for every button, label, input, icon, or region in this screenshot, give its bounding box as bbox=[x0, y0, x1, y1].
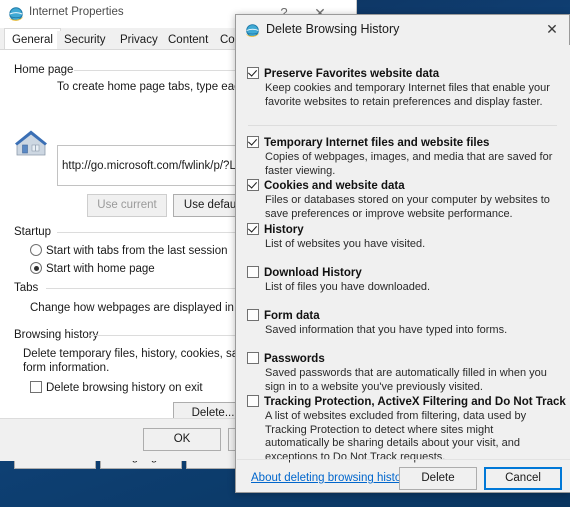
tab-content[interactable]: Content bbox=[161, 31, 215, 50]
option-history[interactable]: History List of websites you have visite… bbox=[247, 223, 557, 252]
ie-globe-icon bbox=[245, 23, 260, 38]
startup-group-label: Startup bbox=[14, 226, 56, 238]
delete-on-exit-label: Delete browsing history on exit bbox=[46, 382, 203, 394]
option-description: Saved information that you have typed in… bbox=[265, 324, 557, 338]
option-description: List of websites you have visited. bbox=[265, 238, 557, 252]
ie-globe-icon bbox=[8, 6, 24, 22]
option-temporary-internet-files[interactable]: Temporary Internet files and website fil… bbox=[247, 136, 557, 178]
checkbox-checked-icon[interactable] bbox=[247, 223, 259, 235]
option-title: Passwords bbox=[247, 352, 557, 366]
tabs-description: Change how webpages are displayed in tab… bbox=[30, 302, 262, 314]
option-label: Temporary Internet files and website fil… bbox=[264, 137, 489, 149]
radio-start-with-tabs[interactable]: Start with tabs from the last session bbox=[30, 244, 228, 257]
dbh-footer-divider bbox=[237, 459, 570, 460]
checkbox-unchecked-icon[interactable] bbox=[247, 266, 259, 278]
use-current-button[interactable]: Use current bbox=[87, 194, 167, 217]
radio-checked-icon bbox=[30, 262, 42, 274]
option-title: Preserve Favorites website data bbox=[247, 67, 557, 81]
option-preserve-favorites[interactable]: Preserve Favorites website data Keep coo… bbox=[247, 67, 557, 109]
radio-start-with-tabs-label: Start with tabs from the last session bbox=[46, 245, 228, 257]
option-description: List of files you have downloaded. bbox=[265, 281, 557, 295]
option-cookies-and-website-data[interactable]: Cookies and website data Files or databa… bbox=[247, 179, 557, 221]
cancel-button[interactable]: Cancel bbox=[484, 467, 562, 490]
option-description: Saved passwords that are automatically f… bbox=[265, 367, 557, 394]
home-house-icon bbox=[14, 128, 48, 158]
option-label: Cookies and website data bbox=[264, 180, 405, 192]
option-description: Keep cookies and temporary Internet file… bbox=[265, 82, 557, 109]
option-title: Temporary Internet files and website fil… bbox=[247, 136, 557, 150]
close-icon[interactable]: ✕ bbox=[535, 15, 569, 44]
radio-start-with-home-page[interactable]: Start with home page bbox=[30, 262, 155, 275]
checkbox-checked-icon[interactable] bbox=[247, 136, 259, 148]
internet-properties-title: Internet Properties bbox=[29, 6, 124, 18]
radio-start-with-home-page-label: Start with home page bbox=[46, 263, 155, 275]
tabs-group-label: Tabs bbox=[14, 282, 43, 294]
checkbox-unchecked-icon[interactable] bbox=[247, 309, 259, 321]
ok-button[interactable]: OK bbox=[143, 428, 221, 451]
delete-button[interactable]: Delete bbox=[399, 467, 477, 490]
dbh-titlebar: Delete Browsing History ✕ bbox=[236, 15, 569, 45]
option-title: Download History bbox=[247, 266, 557, 280]
checkbox-unchecked-icon[interactable] bbox=[247, 352, 259, 364]
dbh-options-list: Preserve Favorites website data Keep coo… bbox=[237, 45, 570, 463]
checkbox-unchecked-icon[interactable] bbox=[247, 395, 259, 407]
option-title: Cookies and website data bbox=[247, 179, 557, 193]
option-label: Preserve Favorites website data bbox=[264, 68, 439, 80]
checkbox-checked-icon[interactable] bbox=[247, 67, 259, 79]
browsing-history-desc-line2: form information. bbox=[23, 362, 109, 374]
option-description: A list of websites excluded from filteri… bbox=[265, 410, 557, 463]
dbh-footer: About deleting browsing history Delete C… bbox=[237, 463, 570, 492]
tab-general[interactable]: General bbox=[4, 28, 61, 50]
option-label: Passwords bbox=[264, 353, 325, 365]
option-label: Download History bbox=[264, 267, 362, 279]
option-title: Tracking Protection, ActiveX Filtering a… bbox=[247, 395, 557, 409]
option-download-history[interactable]: Download History List of files you have … bbox=[247, 266, 557, 295]
option-label: History bbox=[264, 224, 304, 236]
option-label: Tracking Protection, ActiveX Filtering a… bbox=[264, 396, 566, 408]
tab-security[interactable]: Security bbox=[57, 31, 113, 50]
radio-unchecked-icon bbox=[30, 244, 42, 256]
checkbox-checked-icon[interactable] bbox=[247, 179, 259, 191]
option-description: Copies of webpages, images, and media th… bbox=[265, 151, 557, 178]
option-passwords[interactable]: Passwords Saved passwords that are autom… bbox=[247, 352, 557, 394]
option-title: History bbox=[247, 223, 557, 237]
tab-privacy[interactable]: Privacy bbox=[113, 31, 165, 50]
options-divider bbox=[248, 125, 557, 126]
option-tracking-protection[interactable]: Tracking Protection, ActiveX Filtering a… bbox=[247, 395, 557, 463]
home-page-group-label: Home page bbox=[14, 64, 78, 76]
option-title: Form data bbox=[247, 309, 557, 323]
option-form-data[interactable]: Form data Saved information that you hav… bbox=[247, 309, 557, 338]
option-label: Form data bbox=[264, 310, 320, 322]
dbh-title: Delete Browsing History bbox=[266, 22, 399, 36]
about-deleting-browsing-history-link[interactable]: About deleting browsing history bbox=[251, 472, 411, 484]
checkbox-unchecked-icon bbox=[30, 381, 42, 393]
delete-browsing-history-dialog: Delete Browsing History ✕ Preserve Favor… bbox=[235, 14, 570, 493]
delete-on-exit-checkbox[interactable]: Delete browsing history on exit bbox=[30, 381, 203, 394]
option-description: Files or databases stored on your comput… bbox=[265, 194, 557, 221]
